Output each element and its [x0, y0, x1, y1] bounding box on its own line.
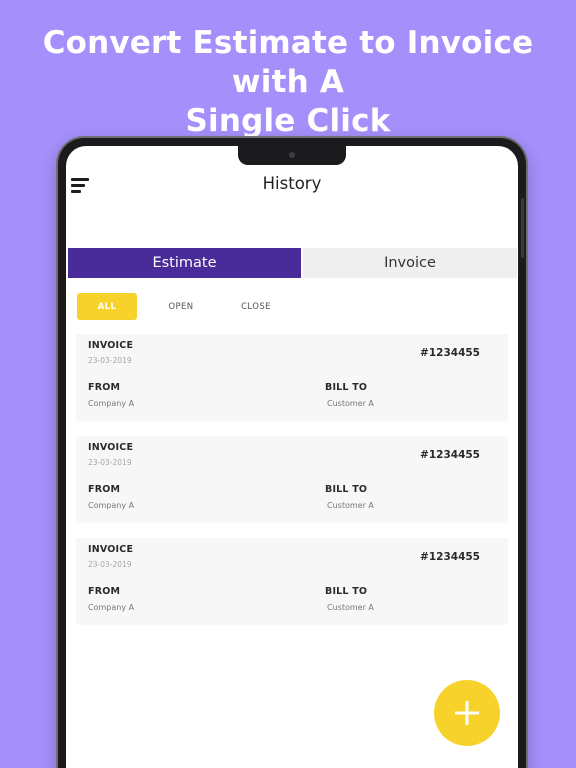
add-new-button[interactable] [434, 680, 500, 746]
promo-title: Convert Estimate to Invoice with A Singl… [0, 24, 576, 141]
card-bill-to-label: BILL TO [325, 586, 368, 597]
card-bill-to-label: BILL TO [325, 382, 368, 393]
filter-all-button[interactable]: ALL [77, 293, 137, 320]
card-bill-to-value: Customer A [327, 399, 374, 408]
card-type: INVOICE [88, 544, 134, 555]
card-from-value: Company A [88, 603, 135, 612]
card-from-value: Company A [88, 501, 135, 510]
camera-notch [238, 146, 346, 165]
card-number: #1234455 [420, 449, 480, 461]
plus-icon [455, 701, 479, 725]
filter-open-button[interactable]: OPEN [159, 293, 203, 320]
promo-title-line-1: Convert Estimate to Invoice with A [42, 25, 534, 100]
card-from-label: FROM [88, 586, 121, 597]
promo-title-line-2: Single Click [185, 103, 391, 139]
card-bill-to-label: BILL TO [325, 484, 368, 495]
page-title: History [262, 174, 322, 193]
tab-estimate[interactable]: Estimate [68, 248, 301, 278]
card-type: INVOICE [88, 442, 134, 453]
card-number: #1234455 [420, 551, 480, 563]
history-card[interactable]: INVOICE 23-03-2019 #1234455 FROM Company… [76, 436, 508, 523]
card-number: #1234455 [420, 347, 480, 359]
card-date: 23-03-2019 [88, 458, 132, 467]
card-date: 23-03-2019 [88, 356, 132, 365]
card-from-value: Company A [88, 399, 135, 408]
tab-bar: Estimate Invoice [68, 248, 517, 278]
card-bill-to-value: Customer A [327, 501, 374, 510]
card-type: INVOICE [88, 340, 134, 351]
history-card[interactable]: INVOICE 23-03-2019 #1234455 FROM Company… [76, 538, 508, 625]
history-card[interactable]: INVOICE 23-03-2019 #1234455 FROM Company… [76, 334, 508, 421]
card-date: 23-03-2019 [88, 560, 132, 569]
filter-close-button[interactable]: CLOSE [233, 293, 279, 320]
app-screen: History Estimate Invoice ALL OPEN CLOSE … [66, 146, 518, 768]
front-camera-icon [289, 152, 295, 158]
tab-invoice[interactable]: Invoice [303, 248, 517, 278]
card-bill-to-value: Customer A [327, 603, 374, 612]
card-from-label: FROM [88, 484, 121, 495]
card-from-label: FROM [88, 382, 121, 393]
